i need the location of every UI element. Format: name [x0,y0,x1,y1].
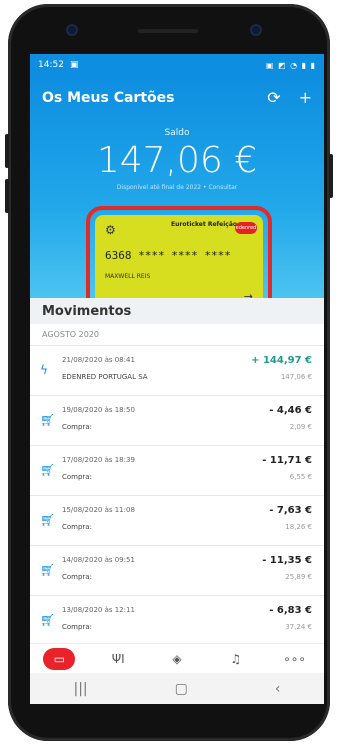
item-date: 21/08/2020 às 08:41 [62,356,135,364]
item-desc: Compra: [62,473,92,481]
list-item[interactable]: 🛒︎ 14/08/2020 às 09:51 Compra: - 11,35 €… [30,546,324,596]
item-balance: 6,55 € [289,473,312,481]
item-desc: Compra: [62,573,92,581]
card-holder: MAXWELL REIS [105,273,151,280]
item-date: 13/08/2020 às 12:11 [62,606,135,614]
phone-frame: 14:52 ▣ ▣ ◩ ◔ ▮ ▮ Os Meus Cartões ⟳ + Sa… [5,4,333,741]
gear-icon[interactable]: ⚙ [105,223,116,237]
item-date: 17/08/2020 às 18:39 [62,456,135,464]
item-balance: 25,89 € [285,573,312,581]
camera-area [8,22,330,40]
front-camera [68,26,76,34]
refresh-icon[interactable]: ⟳ [267,88,280,107]
item-date: 19/08/2020 às 18:50 [62,406,135,414]
list-item[interactable]: 🛒︎ 19/08/2020 às 18:50 Compra: - 4,46 € … [30,396,324,446]
item-amount: + 144,97 € [251,355,312,366]
card-icon: ▭ [53,651,66,666]
nav-more[interactable]: ∘∘∘ [279,648,311,670]
fork-knife-icon: ΨΙ [111,651,125,666]
item-amount: - 11,35 € [262,555,312,566]
volume-button [5,179,9,213]
balance-label: Saldo [164,128,190,138]
item-amount: - 11,71 € [262,455,312,466]
lightning-icon: ϟ [40,363,48,377]
card[interactable]: ⚙ Euroticket Refeição edenred 6368 **** … [95,215,263,311]
power-button [329,154,333,198]
cart-icon: 🛒︎ [40,563,56,577]
bell-icon: ♫ [230,651,242,666]
item-balance: 2,09 € [289,423,312,431]
header: Os Meus Cartões ⟳ + Saldo 147,06 € Dispo… [30,76,324,320]
card-number: 6368 **** **** **** [105,249,231,262]
list-item[interactable]: 🛒︎ 17/08/2020 às 18:39 Compra: - 11,71 €… [30,446,324,496]
item-amount: - 7,63 € [269,505,312,516]
balance-value: 147,06 € [96,140,258,181]
item-balance: 18,26 € [285,523,312,531]
edenred-logo: edenred [235,222,257,234]
list-item[interactable]: ϟ 21/08/2020 às 08:41 EDENRED PORTUGAL S… [30,346,324,396]
cart-icon: 🛒︎ [40,613,56,627]
status-time: 14:52 [38,60,64,70]
nav-cards[interactable]: ▭ [43,647,76,670]
bottom-nav: ▭ ΨΙ ◈ ♫ ∘∘∘ [30,643,324,673]
balance-validity: Disponível até final de 2022 • Consultar [116,184,238,191]
home-button[interactable]: ▢ [175,681,188,697]
more-icon: ∘∘∘ [283,651,306,666]
cart-icon: 🛒︎ [40,513,56,527]
speaker [138,29,198,33]
recent-apps-button[interactable]: ||| [74,681,88,697]
item-desc: EDENRED PORTUGAL SA [62,373,148,381]
movements-title: Movimentos [30,298,324,324]
volume-button [5,134,9,168]
sensor [252,26,260,34]
plus-icon[interactable]: + [299,88,312,107]
page-title: Os Meus Cartões [42,90,175,106]
screen: 14:52 ▣ ▣ ◩ ◔ ▮ ▮ Os Meus Cartões ⟳ + Sa… [30,54,324,704]
item-amount: - 6,83 € [269,605,312,616]
item-desc: Compra: [62,623,92,631]
tag-icon: ◈ [172,651,182,666]
month-label: AGOSTO 2020 [30,324,324,346]
back-button[interactable]: ‹ [275,681,281,697]
gallery-icon: ▣ [69,60,79,70]
item-date: 14/08/2020 às 09:51 [62,556,135,564]
status-bar: 14:52 ▣ ▣ ◩ ◔ ▮ ▮ [30,54,324,76]
item-amount: - 4,46 € [269,405,312,416]
nav-offers[interactable]: ◈ [161,648,193,670]
cart-icon: 🛒︎ [40,413,56,427]
nav-restaurants[interactable]: ΨΙ [102,648,134,670]
nav-notifications[interactable]: ♫ [220,648,252,670]
movements-list: Movimentos AGOSTO 2020 ϟ 21/08/2020 às 0… [30,298,324,646]
item-balance: 37,24 € [285,623,312,631]
android-nav-bar: ||| ▢ ‹ [30,673,324,704]
item-date: 15/08/2020 às 11:08 [62,506,135,514]
card-brand: Euroticket Refeição [171,221,237,228]
cart-icon: 🛒︎ [40,463,56,477]
list-item[interactable]: 🛒︎ 13/08/2020 às 12:11 Compra: - 6,83 € … [30,596,324,646]
list-item[interactable]: 🛒︎ 15/08/2020 às 11:08 Compra: - 7,63 € … [30,496,324,546]
status-icons: ▣ ◩ ◔ ▮ ▮ [265,60,316,70]
item-desc: Compra: [62,423,92,431]
item-balance: 147,06 € [280,373,312,381]
item-desc: Compra: [62,523,92,531]
